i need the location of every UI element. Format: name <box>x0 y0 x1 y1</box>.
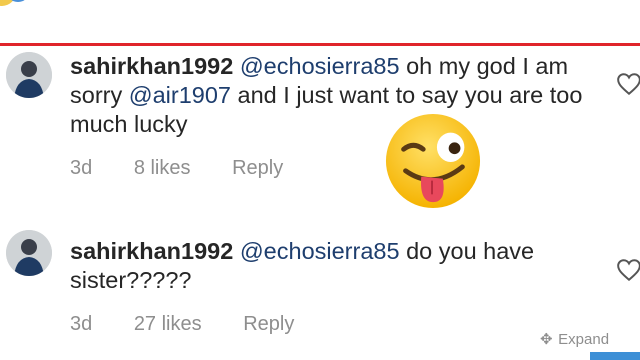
comment-username[interactable]: sahirkhan1992 <box>70 238 233 264</box>
likes-count[interactable]: 8 likes <box>134 157 191 180</box>
avatar[interactable] <box>6 230 52 276</box>
reply-button[interactable]: Reply <box>232 157 283 180</box>
comment-username[interactable]: sahirkhan1992 <box>70 53 233 79</box>
expand-label: Expand <box>558 331 610 348</box>
likes-count[interactable]: 27 likes <box>134 313 202 336</box>
mention-link[interactable]: @echosierra85 <box>240 53 400 79</box>
comment-meta: 3d 8 likes Reply <box>70 157 283 180</box>
comment-text: sahirkhan1992 @echosierra85 do you have … <box>70 237 590 295</box>
comment-time: 3d <box>70 157 93 179</box>
red-divider <box>0 43 640 46</box>
comment-text: sahirkhan1992 @echosierra85 oh my god I … <box>70 52 590 139</box>
mention-link[interactable]: @echosierra85 <box>240 238 400 264</box>
comment-meta: 3d 27 likes Reply <box>70 313 294 336</box>
heart-outline-icon[interactable] <box>616 258 640 282</box>
reply-button[interactable]: Reply <box>243 313 294 336</box>
move-expand-icon: ✥ <box>540 331 553 348</box>
mention-link[interactable]: @air1907 <box>129 82 231 108</box>
top-strip <box>0 0 640 44</box>
accent-bar <box>590 352 640 360</box>
user-avatar-icon <box>6 230 52 276</box>
avatar[interactable] <box>6 52 52 98</box>
partial-icon <box>0 0 25 6</box>
winking-tongue-emoji <box>385 113 481 209</box>
expand-control[interactable]: ✥ Expand <box>540 330 609 348</box>
user-avatar-icon <box>6 52 52 98</box>
comment-time: 3d <box>70 313 93 335</box>
heart-outline-icon[interactable] <box>616 72 640 96</box>
comment-item: sahirkhan1992 @echosierra85 oh my god I … <box>0 50 640 190</box>
